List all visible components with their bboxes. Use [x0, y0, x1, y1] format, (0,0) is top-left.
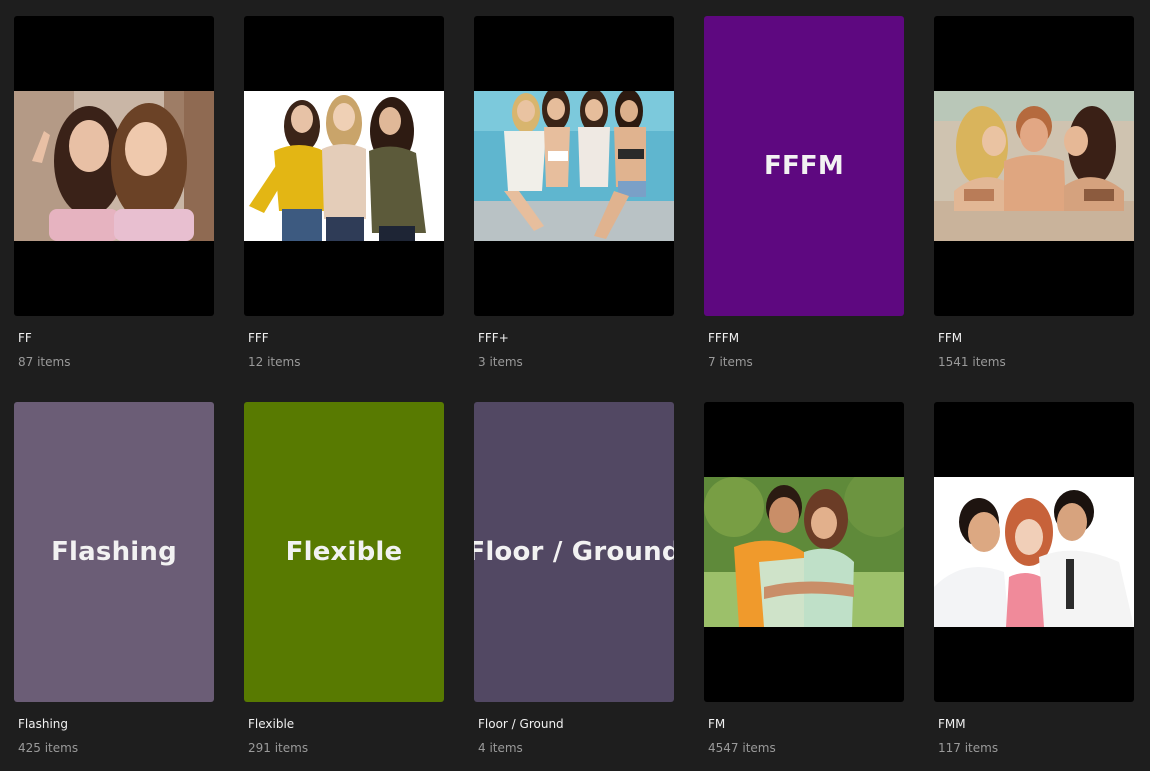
collection-tile[interactable]: FM 4547 items [704, 402, 904, 756]
four-women-poolside-photo [474, 91, 674, 241]
collection-tile[interactable]: FF 87 items [14, 16, 214, 370]
collection-thumbnail[interactable] [934, 16, 1134, 316]
two-men-one-woman-photo [934, 477, 1134, 627]
collection-title: Floor / Ground [478, 717, 564, 731]
collection-title: FM [708, 717, 726, 731]
collection-tile[interactable]: FMM 117 items [934, 402, 1134, 756]
collection-thumbnail[interactable]: Flashing [14, 402, 214, 702]
collection-title: Flashing [18, 717, 69, 731]
collection-count: 1541 items [938, 355, 1006, 369]
collection-thumbnail[interactable]: Floor / Ground [474, 402, 674, 702]
collection-count: 12 items [248, 355, 301, 369]
collection-thumbnail[interactable]: Flexible [244, 402, 444, 702]
hot-tub-trio-photo [934, 91, 1134, 241]
collection-tile[interactable]: Flexible Flexible 291 items [244, 402, 444, 756]
collection-thumbnail[interactable] [244, 16, 444, 316]
collection-count: 425 items [18, 741, 79, 755]
two-women-selfie-photo [14, 91, 214, 241]
collection-title: FFM [938, 331, 963, 345]
collection-count: 4 items [478, 741, 523, 755]
couple-embrace-park-photo [704, 477, 904, 627]
collection-title: FFF [248, 331, 269, 345]
cover-label: Flashing [51, 537, 177, 567]
collection-tile[interactable]: Floor / Ground Floor / Ground 4 items [474, 402, 674, 756]
collection-count: 3 items [478, 355, 523, 369]
collection-tile[interactable]: FFF+ 3 items [474, 16, 674, 370]
three-women-studio-photo [244, 91, 444, 241]
collection-count: 87 items [18, 355, 71, 369]
collection-tile[interactable]: Flashing Flashing 425 items [14, 402, 214, 756]
collection-thumbnail[interactable]: FFFM [704, 16, 904, 316]
collection-title: Flexible [248, 717, 295, 731]
cover-label: FFFM [764, 151, 844, 181]
collection-thumbnail[interactable] [704, 402, 904, 702]
collection-thumbnail[interactable] [934, 402, 1134, 702]
collection-tile[interactable]: FFM 1541 items [934, 16, 1134, 370]
collection-thumbnail[interactable] [474, 16, 674, 316]
collection-title: FFFM [708, 331, 740, 345]
collection-title: FFF+ [478, 331, 509, 345]
cover-label: Floor / Ground [474, 537, 674, 567]
collection-count: 7 items [708, 355, 753, 369]
collection-tile[interactable]: FFF 12 items [244, 16, 444, 370]
collection-title: FMM [938, 717, 966, 731]
collection-thumbnail[interactable] [14, 16, 214, 316]
collection-count: 291 items [248, 741, 309, 755]
collection-grid: FF 87 items FFF 12 items FFF+ 3 items FF… [0, 0, 1150, 771]
collection-count: 4547 items [708, 741, 776, 755]
collection-title: FF [18, 331, 32, 345]
collection-count: 117 items [938, 741, 999, 755]
cover-label: Flexible [285, 537, 403, 567]
collection-tile[interactable]: FFFM FFFM 7 items [704, 16, 904, 370]
